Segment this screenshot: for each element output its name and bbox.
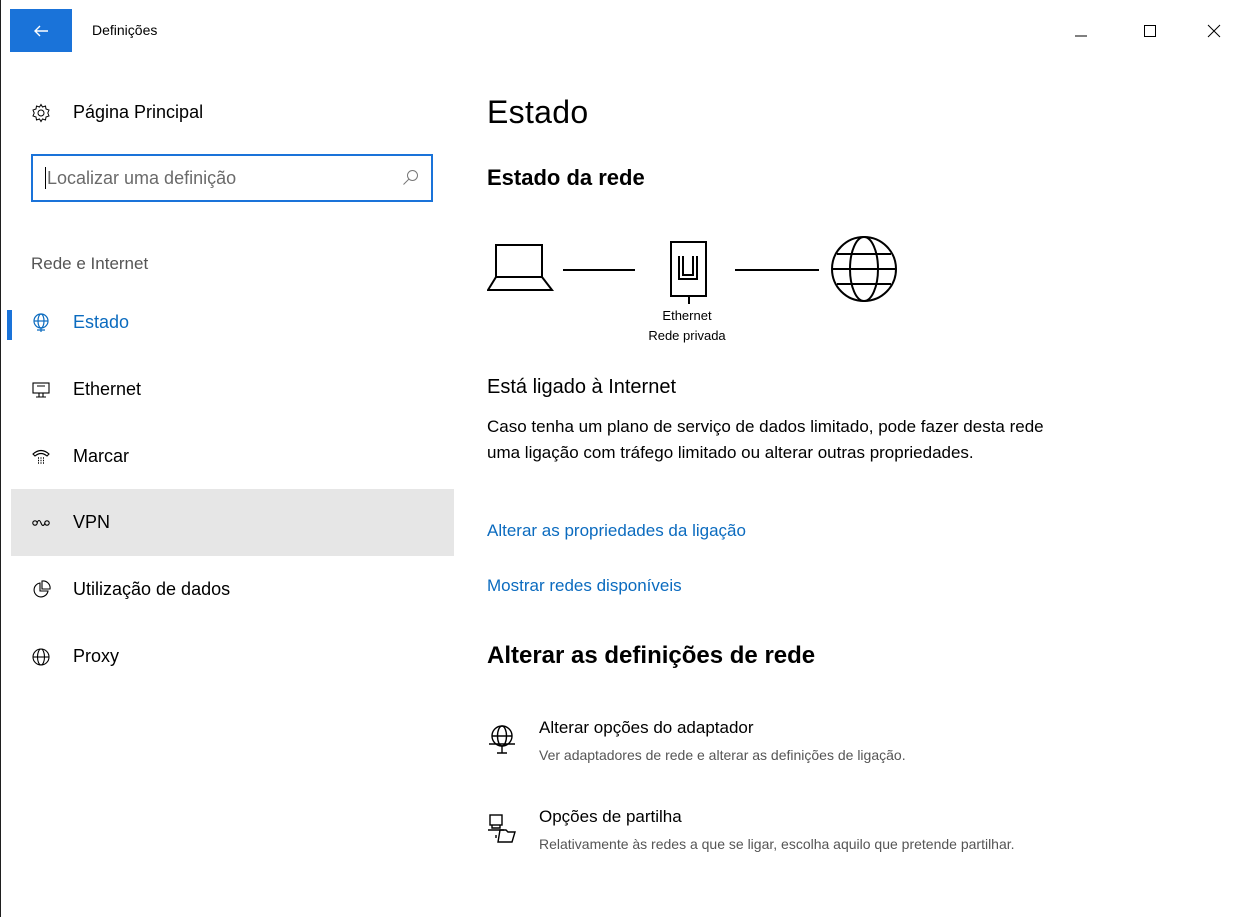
change-network-settings-title: Alterar as definições de rede: [487, 642, 816, 669]
connection-status-title: Está ligado à Internet: [487, 376, 677, 398]
network-status-title: Estado da rede: [487, 165, 645, 190]
nav-list: Estado Ethernet Marcar VPN Utilização de…: [7, 289, 454, 690]
maximize-icon: [1144, 25, 1156, 37]
sidebar-item-vpn[interactable]: VPN: [11, 489, 454, 557]
data-usage-icon: [33, 580, 51, 598]
sidebar-item-data-usage[interactable]: Utilização de dados: [11, 556, 454, 623]
app-title: Definições: [92, 22, 158, 38]
network-type: Rede privada: [648, 328, 726, 343]
sharing-options-title: Opções de partilha: [539, 807, 682, 826]
main-content: Estado Estado da rede Ethernet Rede priv…: [487, 52, 1227, 917]
text-caret: [45, 167, 46, 189]
sidebar: Página Principal Rede e Internet Estado: [7, 52, 454, 917]
search-icon[interactable]: [402, 169, 419, 186]
sidebar-item-label: Estado: [73, 312, 130, 332]
connection-name: Ethernet: [662, 308, 712, 323]
sidebar-item-label: Ethernet: [73, 378, 142, 399]
sidebar-item-marcar[interactable]: Marcar: [11, 423, 454, 490]
sidebar-item-label: VPN: [73, 512, 111, 533]
change-connection-properties-link[interactable]: Alterar as propriedades da ligação: [487, 521, 746, 541]
sidebar-item-label: Utilização de dados: [73, 579, 231, 600]
sidebar-item-estado[interactable]: Estado: [7, 289, 454, 356]
active-indicator: [7, 310, 12, 340]
settings-window: Definições Página Principal R: [0, 0, 1238, 917]
sidebar-item-ethernet[interactable]: Ethernet: [11, 356, 454, 423]
home-label: Página Principal: [73, 102, 204, 122]
sidebar-item-label: Proxy: [73, 645, 120, 666]
close-button[interactable]: [1191, 13, 1237, 49]
page-title: Estado: [487, 94, 589, 130]
connection-status-desc: Caso tenha um plano de serviço de dados …: [487, 417, 1044, 462]
vpn-icon: [32, 520, 50, 527]
adapter-options-icon: [489, 725, 515, 754]
sharing-options-icon: [488, 814, 516, 843]
back-arrow-icon: [34, 25, 48, 36]
network-status-icon: [33, 313, 49, 332]
adapter-options-title: Alterar opções do adaptador: [539, 718, 754, 737]
maximize-button[interactable]: [1127, 13, 1173, 49]
home-link[interactable]: Página Principal: [11, 92, 454, 132]
show-available-networks-link[interactable]: Mostrar redes disponíveis: [487, 576, 682, 596]
ethernet-port-icon: [670, 241, 707, 304]
close-icon: [1207, 24, 1221, 38]
laptop-icon: [487, 244, 555, 291]
back-button[interactable]: [10, 9, 72, 52]
sidebar-item-label: Marcar: [73, 445, 130, 466]
ethernet-icon: [32, 382, 50, 398]
minimize-button[interactable]: [1058, 13, 1104, 49]
title-bar: Definições: [1, 0, 1238, 52]
sharing-options-desc: Relativamente às redes a que se ligar, e…: [539, 836, 1015, 852]
section-label: Rede e Internet: [31, 254, 149, 273]
globe-icon: [32, 648, 50, 666]
sidebar-item-proxy[interactable]: Proxy: [11, 623, 454, 690]
globe-icon: [831, 236, 897, 302]
search-input[interactable]: [47, 164, 387, 192]
adapter-options-desc: Ver adaptadores de rede e alterar as def…: [539, 747, 906, 763]
minimize-icon: [1075, 35, 1087, 37]
search-box[interactable]: [31, 154, 433, 202]
dialup-icon: [32, 449, 50, 464]
gear-icon: [32, 103, 50, 123]
